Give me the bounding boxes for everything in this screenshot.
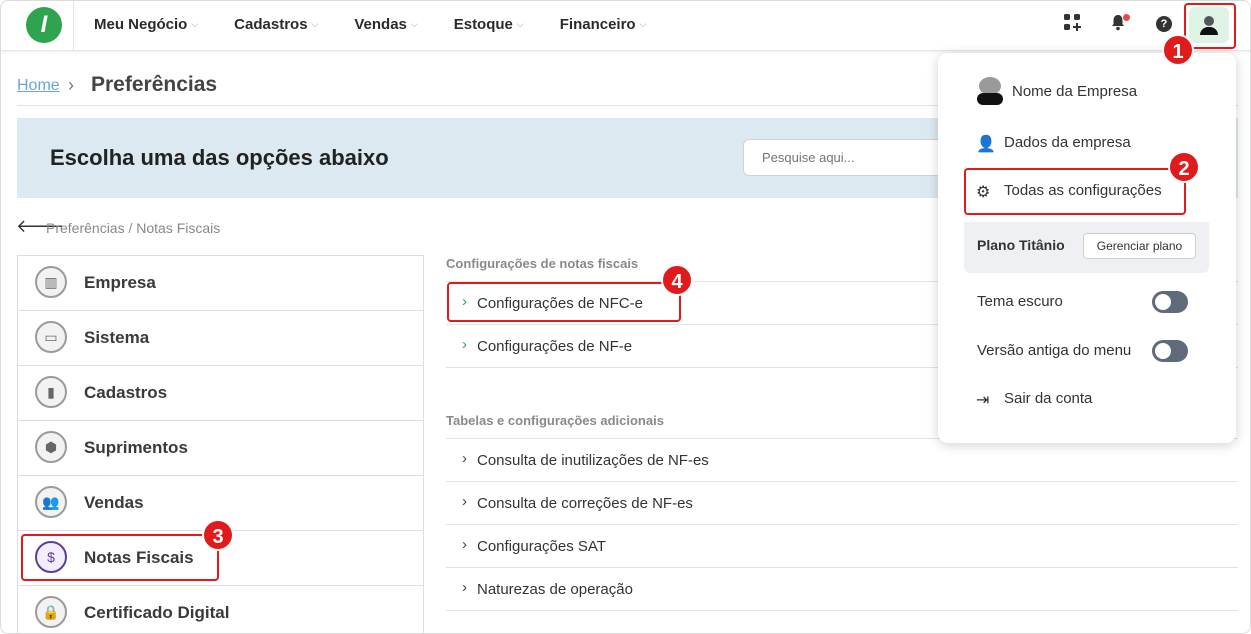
nav-item-meu-negocio[interactable]: Meu Negócio ⌵ bbox=[94, 16, 198, 33]
logout-icon: ⇥ bbox=[976, 392, 990, 409]
chevron-down-icon: ⌵ bbox=[410, 18, 418, 29]
search-input[interactable] bbox=[743, 139, 963, 176]
section-title-notas: Configurações de notas fiscais bbox=[446, 256, 639, 271]
sub-breadcrumb: Preferências / Notas Fiscais bbox=[46, 220, 221, 236]
section-title-tabelas: Tabelas e configurações adicionais bbox=[446, 413, 664, 428]
building-icon: ▥ bbox=[35, 266, 67, 298]
main-nav: Meu Negócio ⌵ Cadastros ⌵ Vendas ⌵ Estoque ⌵… bbox=[94, 1, 682, 47]
breadcrumb-home-link[interactable]: Home bbox=[17, 77, 60, 95]
row-naturezas[interactable]: › Naturezas de operação bbox=[446, 567, 1238, 610]
menu-item-sistema[interactable]: ▭ Sistema bbox=[18, 311, 423, 366]
highlight-box-3 bbox=[21, 534, 219, 581]
dark-theme-toggle[interactable] bbox=[1152, 291, 1188, 313]
chevron-right-icon: › bbox=[462, 493, 467, 510]
help-icon[interactable]: ? bbox=[1154, 13, 1174, 33]
chevron-right-icon: › bbox=[462, 536, 467, 553]
chevron-right-icon: › bbox=[462, 450, 467, 467]
chevron-down-icon: ⌵ bbox=[516, 18, 524, 29]
menu-item-suprimentos[interactable]: ⬢ Suprimentos bbox=[18, 421, 423, 476]
logo-divider bbox=[73, 1, 74, 51]
notification-dot bbox=[1123, 14, 1130, 21]
chevron-down-icon: ⌵ bbox=[639, 18, 647, 29]
banner-title: Escolha uma das opções abaixo bbox=[50, 145, 389, 170]
annotation-badge-1: 1 bbox=[1162, 34, 1194, 66]
old-menu-toggle[interactable] bbox=[1152, 340, 1188, 362]
users-icon: 👥 bbox=[35, 486, 67, 518]
book-icon: ▮ bbox=[35, 376, 67, 408]
chevron-down-icon: ⌵ bbox=[311, 18, 319, 29]
apps-icon[interactable] bbox=[1062, 13, 1082, 33]
plan-box: Plano Titânio Gerenciar plano bbox=[964, 222, 1209, 273]
highlight-box-4 bbox=[447, 282, 681, 322]
app-window: I Meu Negócio ⌵ Cadastros ⌵ Vendas ⌵ Estoqu… bbox=[0, 0, 1251, 634]
lock-icon: 🔒 bbox=[35, 596, 67, 628]
menu-sair-conta[interactable]: ⇥ Sair da conta bbox=[938, 384, 1236, 414]
chevron-right-icon: › bbox=[462, 579, 467, 596]
user-icon: 👤 bbox=[976, 136, 996, 153]
menu-item-certificado-digital[interactable]: 🔒 Certificado Digital bbox=[18, 586, 423, 633]
nav-item-vendas[interactable]: Vendas ⌵ bbox=[354, 16, 417, 33]
monitor-icon: ▭ bbox=[35, 321, 67, 353]
nav-item-cadastros[interactable]: Cadastros ⌵ bbox=[234, 16, 318, 33]
chevron-right-icon: › bbox=[462, 336, 467, 353]
user-dropdown-menu: Nome da Empresa 👤 Dados da empresa ⚙ Tod… bbox=[938, 53, 1236, 443]
plan-name: Plano Titânio bbox=[977, 237, 1065, 253]
chevron-down-icon: ⌵ bbox=[191, 18, 199, 29]
highlight-box-2 bbox=[964, 168, 1186, 215]
app-logo[interactable]: I bbox=[26, 7, 62, 43]
old-menu-label: Versão antiga do menu bbox=[977, 342, 1132, 359]
manage-plan-button[interactable]: Gerenciar plano bbox=[1083, 233, 1196, 259]
row-config-sat[interactable]: › Configurações SAT bbox=[446, 524, 1238, 567]
box-icon: ⬢ bbox=[35, 431, 67, 463]
company-avatar bbox=[976, 77, 1004, 105]
row-correcoes[interactable]: › Consulta de correções de NF-es bbox=[446, 481, 1238, 524]
nav-item-estoque[interactable]: Estoque ⌵ bbox=[454, 16, 524, 33]
page-title: Preferências bbox=[91, 73, 218, 96]
nav-item-financeiro[interactable]: Financeiro ⌵ bbox=[560, 16, 647, 33]
menu-item-cadastros[interactable]: ▮ Cadastros bbox=[18, 366, 423, 421]
annotation-badge-2: 2 bbox=[1168, 151, 1200, 183]
chevron-right-icon: › bbox=[68, 75, 74, 95]
menu-item-empresa[interactable]: ▥ Empresa bbox=[18, 256, 423, 311]
divider bbox=[446, 610, 1238, 611]
annotation-badge-3: 3 bbox=[202, 519, 234, 551]
annotation-badge-4: 4 bbox=[661, 264, 693, 296]
dark-theme-label: Tema escuro bbox=[977, 293, 1063, 310]
row-inutilizacoes[interactable]: › Consulta de inutilizações de NF-es bbox=[446, 438, 1238, 481]
company-name[interactable]: Nome da Empresa bbox=[1012, 83, 1137, 100]
